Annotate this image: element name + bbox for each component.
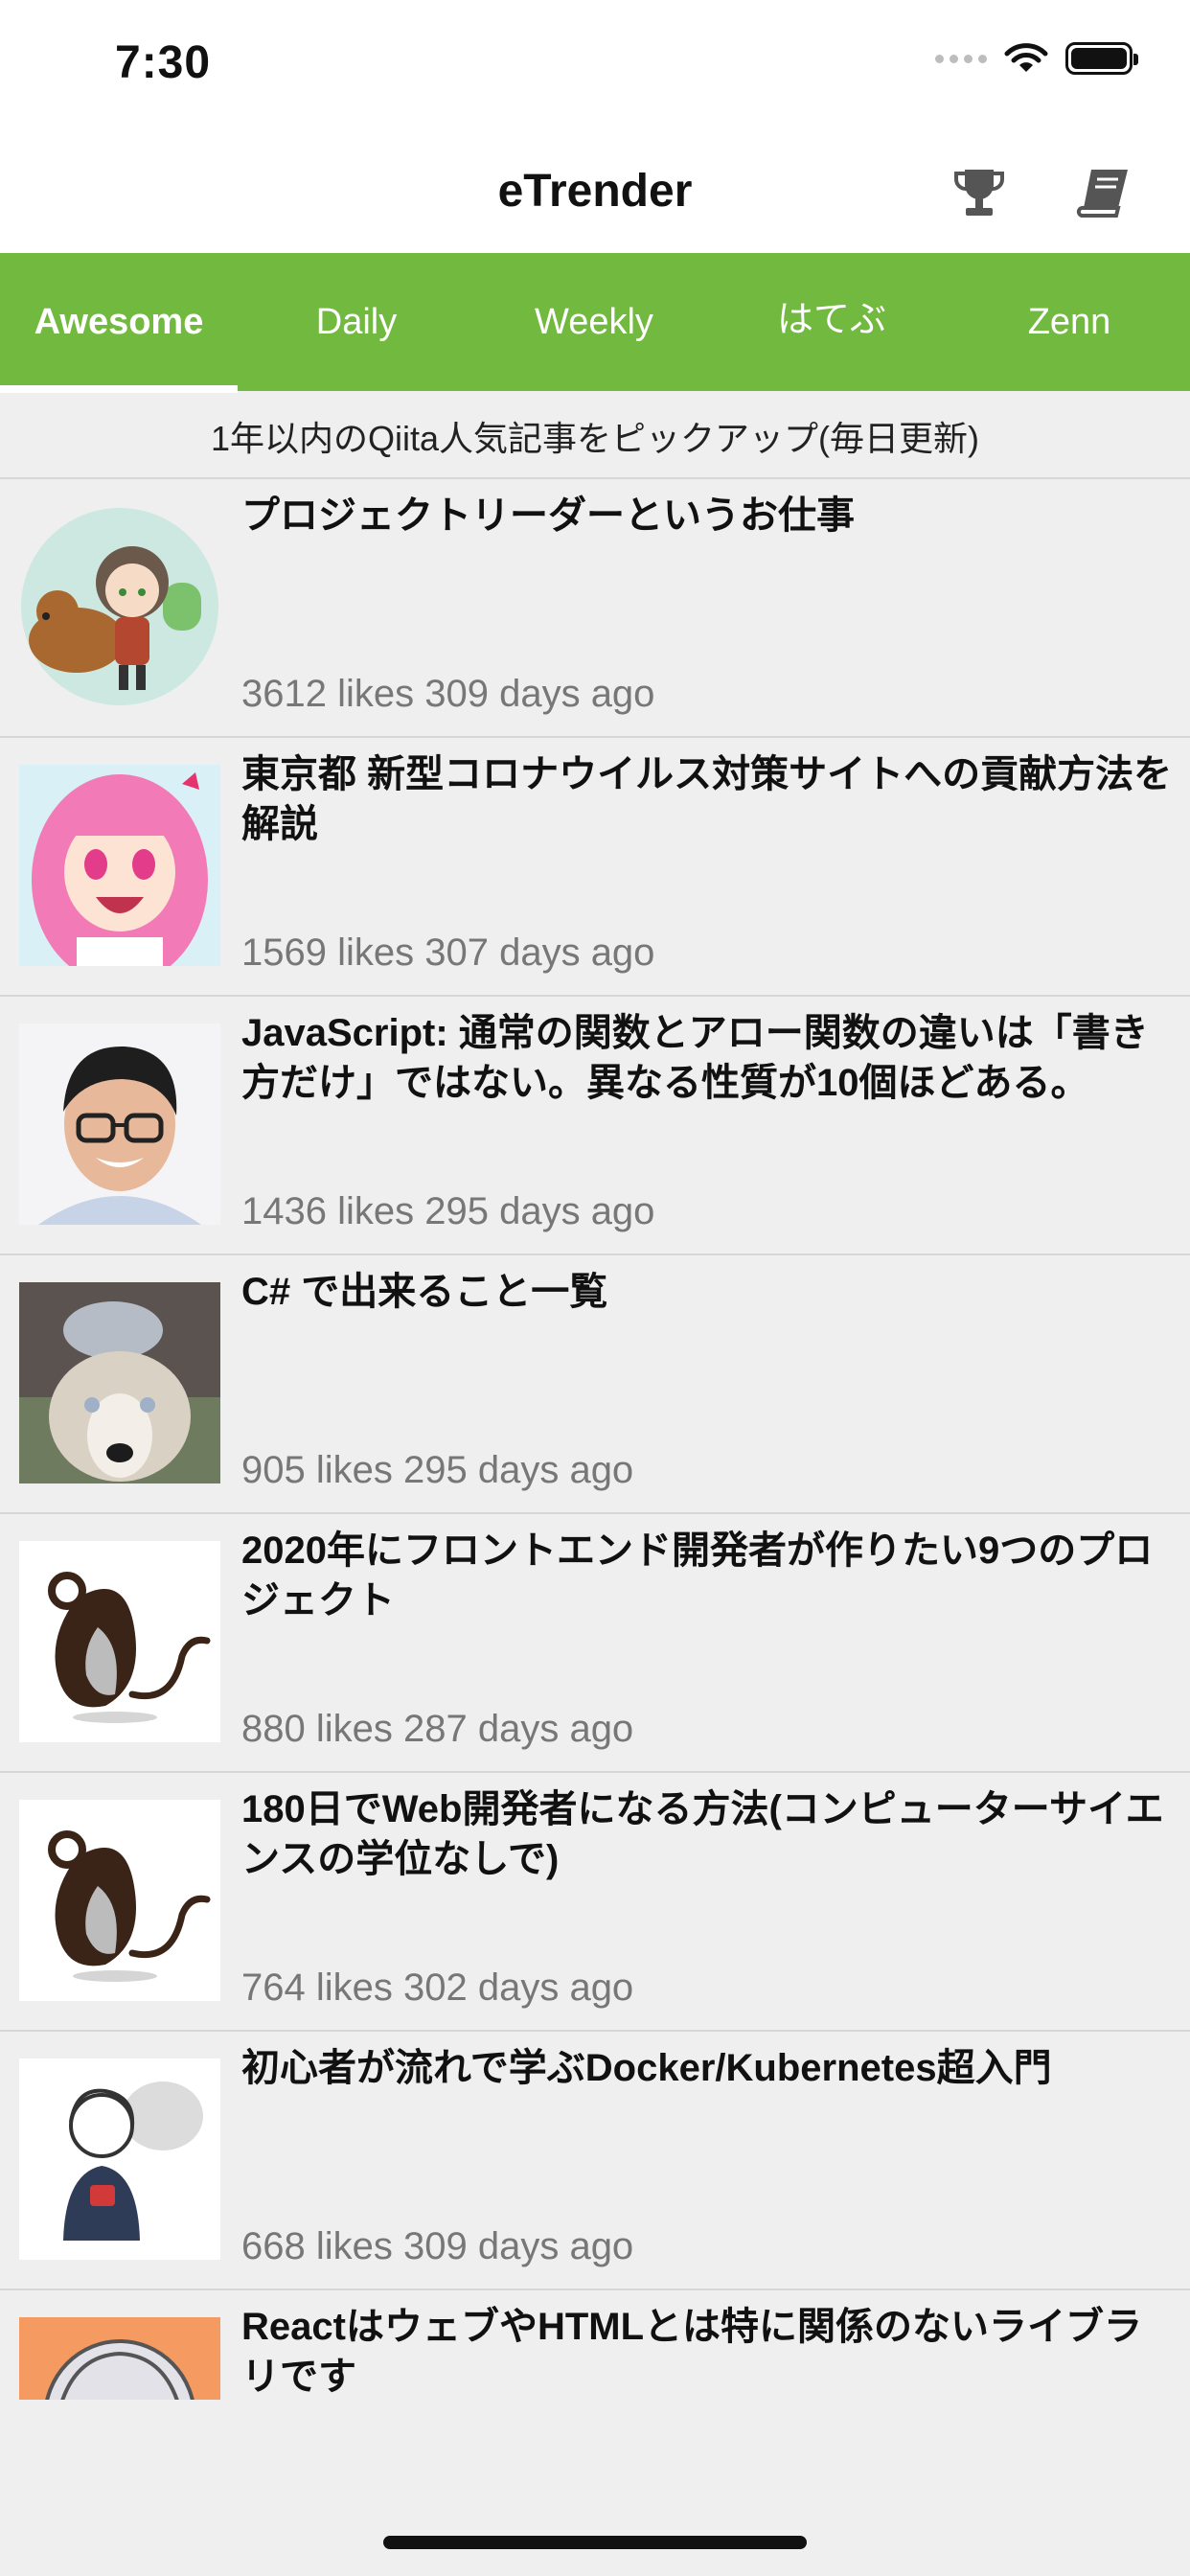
article-title[interactable]: C# で出来ること一覧 bbox=[241, 1267, 1180, 1317]
author-avatar bbox=[19, 1024, 220, 1225]
article-title[interactable]: プロジェクトリーダーというお仕事 bbox=[241, 491, 1180, 540]
article-row[interactable]: 初心者が流れで学ぶDocker/Kubernetes超入門 668 likes … bbox=[0, 2032, 1190, 2290]
author-avatar bbox=[19, 2317, 220, 2400]
article-title[interactable]: ReactはウェブやHTMLとは特に関係のないライブラリです bbox=[241, 2302, 1180, 2400]
book-icon bbox=[1076, 170, 1128, 218]
article-meta: 668 likes 309 days ago bbox=[241, 2225, 634, 2267]
tab-hatebu[interactable]: はてぶ bbox=[713, 253, 950, 391]
wifi-icon bbox=[1004, 43, 1048, 72]
article-title[interactable]: 東京都 新型コロナウイルス対策サイトへの貢献方法を解説 bbox=[241, 749, 1180, 849]
navigation-bar: eTrender bbox=[0, 134, 1190, 253]
book-button[interactable] bbox=[1070, 159, 1137, 226]
author-avatar bbox=[19, 765, 220, 966]
article-row[interactable]: 2020年にフロントエンド開発者が作りたい9つのプロジェクト 880 likes… bbox=[0, 1514, 1190, 1773]
article-row[interactable]: プロジェクトリーダーというお仕事 3612 likes 309 days ago bbox=[0, 479, 1190, 738]
tab-weekly[interactable]: Weekly bbox=[475, 253, 713, 391]
trophy-button[interactable] bbox=[946, 159, 1013, 226]
author-avatar bbox=[19, 1541, 220, 1742]
status-time: 7:30 bbox=[115, 37, 212, 88]
article-meta: 880 likes 287 days ago bbox=[241, 1708, 634, 1750]
active-tab-indicator bbox=[0, 385, 238, 393]
article-title[interactable]: 180日でWeb開発者になる方法(コンピューターサイエンスの学位なしで) bbox=[241, 1784, 1180, 1884]
article-meta: 905 likes 295 days ago bbox=[241, 1449, 634, 1491]
article-meta: 1436 likes 295 days ago bbox=[241, 1190, 655, 1232]
article-meta: 3612 likes 309 days ago bbox=[241, 673, 655, 715]
battery-icon bbox=[1065, 42, 1138, 75]
tab-zenn[interactable]: Zenn bbox=[950, 253, 1188, 391]
status-bar: 7:30 bbox=[0, 0, 1190, 134]
article-title[interactable]: JavaScript: 通常の関数とアロー関数の違いは「書き方だけ」ではない。異… bbox=[241, 1008, 1180, 1108]
article-row[interactable]: 東京都 新型コロナウイルス対策サイトへの貢献方法を解説 1569 likes 3… bbox=[0, 738, 1190, 997]
article-row[interactable]: ReactはウェブやHTMLとは特に関係のないライブラリです bbox=[0, 2290, 1190, 2400]
trophy-icon bbox=[953, 170, 1005, 216]
section-subtitle: 1年以内のQiita人気記事をピックアップ(毎日更新) bbox=[0, 395, 1190, 477]
tab-daily[interactable]: Daily bbox=[238, 253, 475, 391]
home-indicator[interactable] bbox=[383, 2536, 807, 2549]
author-avatar bbox=[19, 506, 220, 707]
article-list[interactable]: プロジェクトリーダーというお仕事 3612 likes 309 days ago… bbox=[0, 479, 1190, 2400]
author-avatar bbox=[19, 1282, 220, 1484]
author-avatar bbox=[19, 2058, 220, 2260]
article-row[interactable]: JavaScript: 通常の関数とアロー関数の違いは「書き方だけ」ではない。異… bbox=[0, 997, 1190, 1255]
article-title[interactable]: 初心者が流れで学ぶDocker/Kubernetes超入門 bbox=[241, 2043, 1180, 2093]
article-title[interactable]: 2020年にフロントエンド開発者が作りたい9つのプロジェクト bbox=[241, 1526, 1180, 1625]
status-icons bbox=[935, 42, 1138, 75]
article-row[interactable]: C# で出来ること一覧 905 likes 295 days ago bbox=[0, 1255, 1190, 1514]
tab-awesome[interactable]: Awesome bbox=[0, 253, 238, 391]
author-avatar bbox=[19, 1800, 220, 2001]
article-meta: 764 likes 302 days ago bbox=[241, 1966, 634, 2009]
category-tabs: Awesome Daily Weekly はてぶ Zenn bbox=[0, 253, 1190, 391]
article-row[interactable]: 180日でWeb開発者になる方法(コンピューターサイエンスの学位なしで) 764… bbox=[0, 1773, 1190, 2032]
signal-icon bbox=[935, 54, 987, 63]
article-meta: 1569 likes 307 days ago bbox=[241, 932, 655, 974]
